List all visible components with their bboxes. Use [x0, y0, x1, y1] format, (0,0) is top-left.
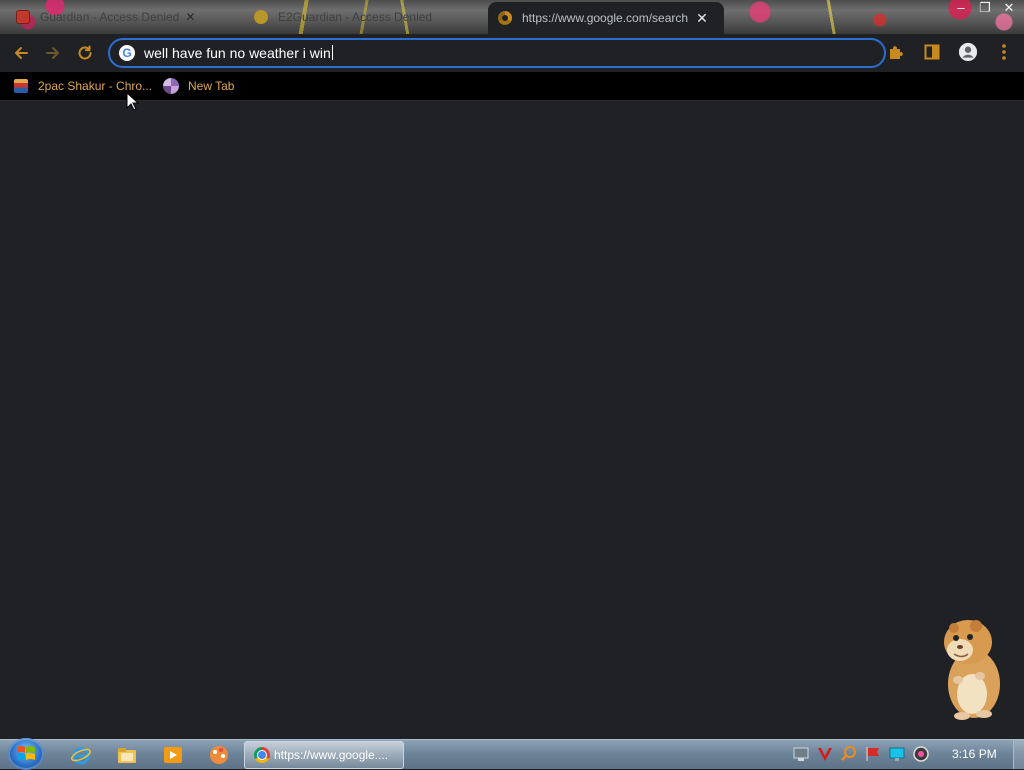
display-monitor-icon[interactable] [888, 745, 906, 763]
bookmark-favicon [14, 79, 28, 93]
extensions-button[interactable] [886, 42, 906, 62]
system-tray [792, 745, 930, 763]
antivirus-v-icon[interactable] [816, 745, 834, 763]
address-bar[interactable]: G well have fun no weather i win [108, 38, 886, 68]
reload-icon [78, 45, 92, 60]
show-desktop-button[interactable] [1013, 740, 1024, 769]
tab-label: https://www.google.com/search [522, 11, 689, 25]
yellow-circle-icon [254, 10, 268, 24]
back-arrow-icon [15, 47, 28, 59]
taskbar-chrome-window[interactable]: https://www.google.... [244, 741, 404, 769]
bookmark-label: New Tab [188, 79, 235, 93]
avatar-icon [958, 42, 978, 62]
close-icon[interactable]: ✕ [696, 10, 708, 27]
toolbar-right-icons [886, 42, 1014, 62]
close-icon[interactable]: ✕ [185, 10, 195, 24]
window-controls: – ❐ ✕ [954, 0, 1016, 16]
tab-guardian-access-denied[interactable]: Guardian - Access Denied ✕ [16, 4, 246, 30]
address-bar-input-value[interactable]: well have fun no weather i win [144, 45, 333, 61]
tab-label: E2Guardian - Access Denied [278, 10, 433, 24]
windows-logo-icon [17, 746, 35, 760]
search-magnifier-icon[interactable] [840, 745, 858, 763]
tab-e2guardian-access-denied[interactable]: E2Guardian - Access Denied [254, 4, 484, 30]
globe-icon [163, 78, 179, 94]
menu-button[interactable] [994, 42, 1014, 62]
hamster-desktop-pet [944, 620, 1000, 720]
taskbar-window-label: https://www.google.... [274, 748, 389, 762]
tab-google-search-active[interactable]: https://www.google.com/search ✕ [488, 2, 724, 34]
mouse-cursor-icon [126, 92, 140, 111]
paint-palette-icon[interactable] [208, 744, 230, 766]
chrome-icon [254, 747, 270, 763]
google-icon: G [119, 45, 135, 61]
minimize-button[interactable]: – [954, 0, 968, 16]
bookmarks-bar: 2pac Shakur - Chro... New Tab [0, 72, 1024, 101]
text-caret [331, 45, 333, 60]
back-button[interactable] [10, 42, 32, 64]
tab-label: Guardian - Access Denied [40, 10, 180, 24]
page-content [0, 101, 1024, 739]
browser-toolbar: G well have fun no weather i win [0, 34, 1024, 72]
kebab-menu-icon [1002, 44, 1006, 60]
taskbar-clock[interactable]: 3:16 PM [952, 747, 997, 761]
close-window-button[interactable]: ✕ [1002, 0, 1016, 16]
bookmark-label: 2pac Shakur - Chro... [38, 79, 153, 93]
forward-arrow-icon [46, 47, 59, 59]
red-page-icon [16, 10, 30, 24]
file-explorer-icon[interactable] [116, 744, 138, 766]
maximize-button[interactable]: ❐ [978, 0, 992, 16]
profile-button[interactable] [958, 42, 978, 62]
media-player-icon[interactable] [162, 744, 184, 766]
forward-button[interactable] [42, 42, 64, 64]
windows-taskbar: https://www.google.... 3:16 PM [0, 738, 1024, 770]
internet-explorer-icon[interactable] [70, 744, 92, 766]
side-panel-icon [924, 44, 940, 60]
puzzle-icon [890, 46, 903, 59]
bookmark-new-tab[interactable]: New Tab [163, 76, 234, 96]
side-panel-button[interactable] [922, 42, 942, 62]
network-icon[interactable] [792, 745, 810, 763]
reload-button[interactable] [74, 42, 96, 64]
start-button[interactable] [8, 738, 44, 770]
chrome-icon [498, 11, 512, 25]
tab-strip: Guardian - Access Denied ✕ E2Guardian - … [0, 0, 1024, 34]
flag-icon[interactable] [864, 745, 882, 763]
volume-icon[interactable] [912, 745, 930, 763]
